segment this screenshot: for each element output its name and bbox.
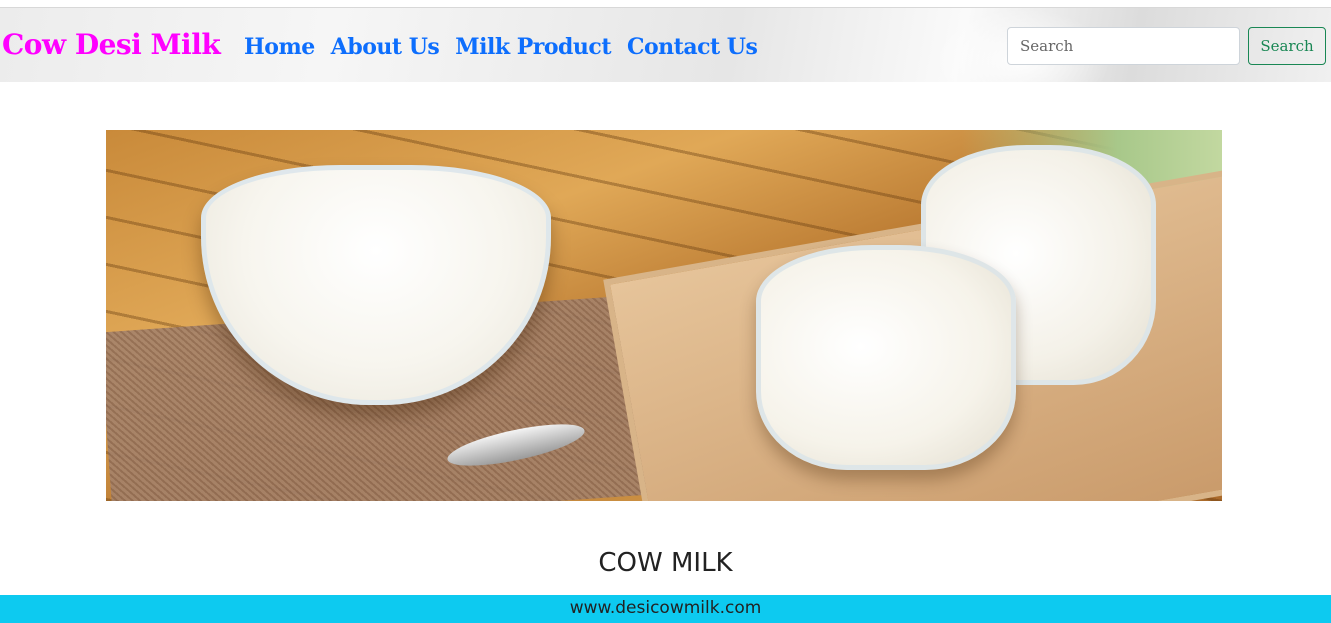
- footer-website-text: www.desicowmilk.com: [569, 598, 762, 618]
- brand-logo-link[interactable]: Cow Desi Milk: [2, 28, 221, 61]
- search-input[interactable]: [1007, 27, 1240, 65]
- hero-milk-jar-front: [756, 245, 1016, 470]
- footer: www.desicowmilk.com: [0, 595, 1331, 623]
- nav-links: Home About Us Milk Product Contact Us: [244, 34, 758, 60]
- nav-link-home[interactable]: Home: [244, 34, 315, 60]
- nav-link-contact-us[interactable]: Contact Us: [627, 34, 758, 60]
- nav-link-milk-product[interactable]: Milk Product: [455, 34, 611, 60]
- navbar: Cow Desi Milk Home About Us Milk Product…: [0, 7, 1331, 83]
- hero-image-milk-bowl-and-jars: [106, 130, 1222, 501]
- section-heading: COW MILK: [598, 548, 733, 578]
- search-button[interactable]: Search: [1248, 27, 1326, 65]
- nav-link-about-us[interactable]: About Us: [331, 34, 440, 60]
